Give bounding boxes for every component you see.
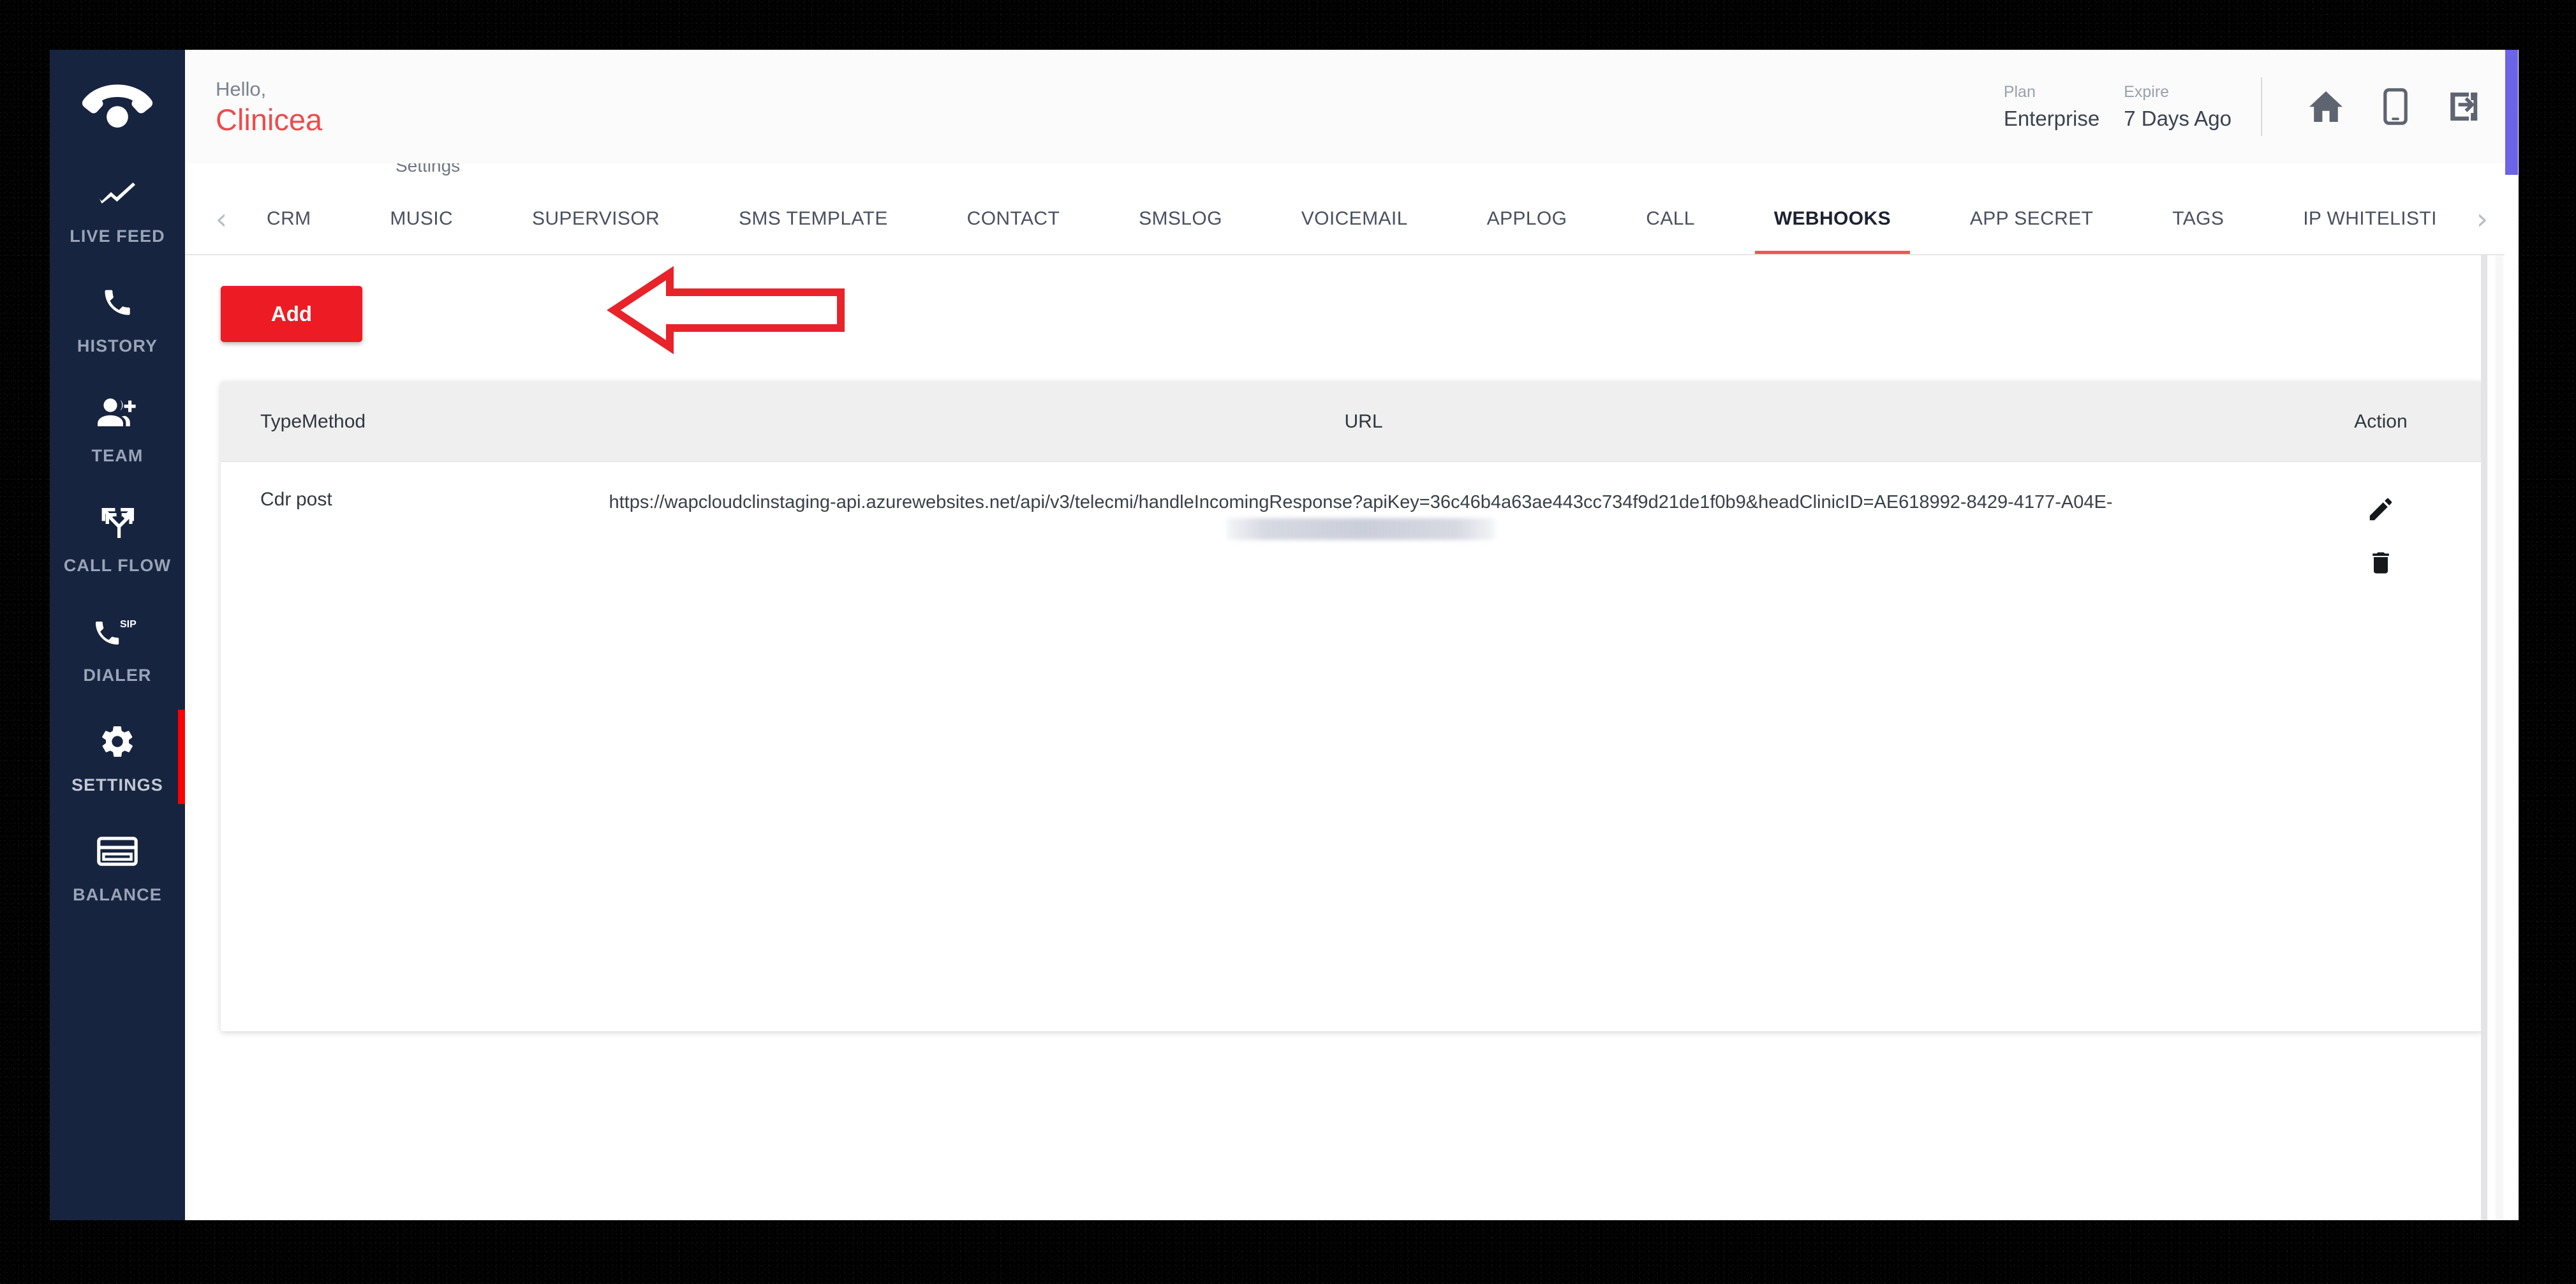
column-header-method: Method	[302, 410, 366, 432]
sidebar-item-label: CALL FLOW	[63, 555, 172, 575]
webhooks-table: Type Method URL Action Cdr post https://…	[221, 382, 2483, 1031]
tabs-scroll-left-icon[interactable]: ‹	[202, 184, 241, 254]
sidebar-item-balance[interactable]: BALANCE	[50, 812, 185, 922]
plan-value: Enterprise	[2003, 107, 2100, 130]
phone-icon	[101, 281, 134, 324]
tab-voicemail[interactable]: VOICEMAIL	[1298, 184, 1412, 254]
settings-tabbar: ‹ CRM MUSIC SUPERVISOR SMS TEMPLATE CONT…	[185, 184, 2519, 255]
tab-tags[interactable]: TAGS	[2168, 184, 2228, 254]
svg-text:SIP: SIP	[120, 618, 137, 629]
sidebar-item-history[interactable]: HISTORY	[50, 263, 185, 373]
app-logo[interactable]	[50, 64, 185, 153]
sip-phone-icon: SIP	[94, 611, 140, 653]
top-header-right: Plan Enterprise Expire 7 Days Ago	[2004, 77, 2480, 136]
plan-info: Plan Enterprise Expire 7 Days Ago	[2003, 83, 2261, 130]
sidebar-item-label: TEAM	[91, 445, 144, 465]
top-header: Hello, Clinicea Plan Enterprise Expire 7…	[185, 50, 2519, 163]
phone-handset-icon	[80, 82, 154, 135]
row-action-group	[2360, 489, 2401, 583]
call-split-icon	[99, 501, 136, 543]
expire-value: 7 Days Ago	[2124, 107, 2232, 130]
column-header-type: Type	[260, 410, 302, 432]
tab-music[interactable]: MUSIC	[386, 184, 457, 254]
column-header-action: Action	[2354, 410, 2408, 432]
tab-call[interactable]: CALL	[1642, 184, 1699, 254]
tab-crm[interactable]: CRM	[263, 184, 315, 254]
sidebar-item-live-feed[interactable]: LIVE FEED	[50, 153, 185, 263]
tab-sms-template[interactable]: SMS TEMPLATE	[735, 184, 892, 254]
add-button[interactable]: Add	[221, 286, 362, 342]
sidebar-item-dialer[interactable]: SIP DIALER	[50, 592, 185, 702]
cell-type: Cdr	[260, 489, 292, 510]
column-header-url: URL	[1344, 410, 1383, 432]
sidebar-item-team[interactable]: TEAM	[50, 373, 185, 482]
page-scrollbar-track[interactable]	[2505, 50, 2519, 1220]
expire-column: Expire 7 Days Ago	[2124, 83, 2232, 130]
gear-icon	[99, 720, 136, 763]
webhooks-panel: Add Type Method URL Action Cdr post http…	[185, 255, 2519, 1220]
screenshot-frame: LIVE FEED HISTORY TEAM CALL FLOW SIP DIA…	[0, 0, 2576, 1284]
greeting-block: Hello, Clinicea	[216, 79, 322, 135]
sidebar-item-label: HISTORY	[77, 336, 158, 355]
edit-icon[interactable]	[2360, 489, 2401, 530]
cell-url: https://wapcloudclinstaging-api.azureweb…	[443, 489, 2279, 541]
sidebar-nav: LIVE FEED HISTORY TEAM CALL FLOW SIP DIA…	[50, 50, 185, 1220]
tab-contact[interactable]: CONTACT	[963, 184, 1064, 254]
application-window: LIVE FEED HISTORY TEAM CALL FLOW SIP DIA…	[50, 50, 2519, 1220]
tabs-scroll-right-icon[interactable]: ›	[2462, 184, 2502, 254]
account-name: Clinicea	[216, 102, 323, 137]
trending-line-icon	[98, 172, 137, 214]
tab-app-secret[interactable]: APP SECRET	[1966, 184, 2098, 254]
sidebar-item-label: DIALER	[83, 665, 152, 685]
mobile-icon[interactable]	[2383, 88, 2408, 125]
tab-ip-whitelisting[interactable]: IP WHITELISTI	[2299, 184, 2441, 254]
cell-action	[2279, 489, 2483, 583]
table-row: Cdr post https://wapcloudclinstaging-api…	[221, 462, 2483, 583]
sidebar-item-call-flow[interactable]: CALL FLOW	[50, 482, 185, 592]
greeting-prefix: Hello,	[216, 77, 267, 100]
content-scrollbar-thumb[interactable]	[2481, 255, 2487, 1220]
sidebar-item-label: SETTINGS	[71, 775, 163, 795]
expire-label: Expire	[2124, 83, 2170, 101]
plan-label: Plan	[2003, 83, 2036, 101]
credit-card-icon	[97, 830, 138, 872]
tab-webhooks[interactable]: WEBHOOKS	[1754, 184, 1911, 254]
delete-icon[interactable]	[2360, 542, 2401, 583]
webhook-url-text: https://wapcloudclinstaging-api.azureweb…	[609, 492, 2113, 512]
tab-list: CRM MUSIC SUPERVISOR SMS TEMPLATE CONTAC…	[241, 184, 2462, 254]
sidebar-item-label: BALANCE	[73, 885, 162, 904]
table-header-row: Type Method URL Action	[221, 382, 2483, 462]
content-scrollbar-track[interactable]	[2481, 255, 2503, 1220]
tab-applog[interactable]: APPLOG	[1483, 184, 1571, 254]
redacted-url-tail	[1226, 518, 1495, 541]
annotation-arrow-left-icon	[607, 265, 845, 355]
header-icon-group	[2262, 88, 2480, 125]
home-icon[interactable]	[2308, 90, 2344, 123]
logout-icon[interactable]	[2447, 90, 2480, 123]
plan-column: Plan Enterprise	[2003, 83, 2100, 130]
tab-supervisor[interactable]: SUPERVISOR	[528, 184, 663, 254]
main-area: Hello, Clinicea Plan Enterprise Expire 7…	[185, 50, 2519, 1220]
cell-method: post	[296, 489, 332, 510]
person-add-icon	[98, 391, 137, 433]
sidebar-item-settings[interactable]: SETTINGS	[50, 702, 185, 812]
page-scrollbar-thumb[interactable]	[2505, 50, 2518, 175]
sidebar-item-label: LIVE FEED	[70, 226, 165, 246]
tab-smslog[interactable]: SMSLOG	[1135, 184, 1226, 254]
